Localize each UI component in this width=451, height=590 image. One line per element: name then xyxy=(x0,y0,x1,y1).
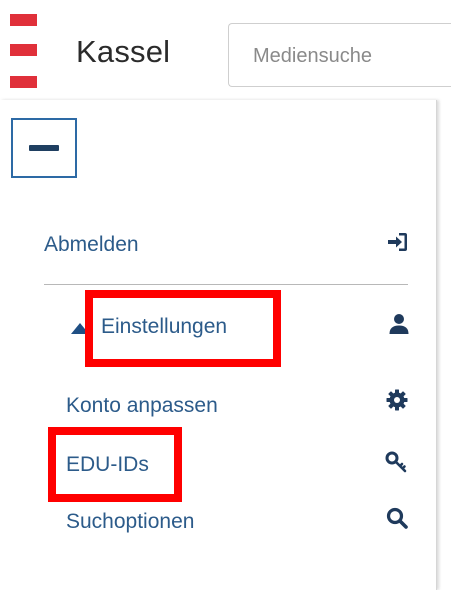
user-icon xyxy=(389,314,409,334)
side-menu: Abmelden Einstellungen Konto anpassen ED… xyxy=(0,100,437,590)
media-search-input[interactable] xyxy=(251,40,451,72)
gear-icon xyxy=(386,389,408,411)
key-icon xyxy=(385,451,407,473)
caret-up-icon[interactable] xyxy=(71,323,89,334)
city-name: Kassel xyxy=(76,34,171,69)
settings-item-account[interactable]: Konto anpassen xyxy=(66,394,218,418)
search-icon xyxy=(386,507,408,529)
logo-bar xyxy=(10,76,37,88)
media-search-box[interactable] xyxy=(228,23,451,87)
logo-bar xyxy=(10,44,37,56)
logout-link[interactable]: Abmelden xyxy=(44,233,139,257)
minus-icon xyxy=(29,145,59,151)
sign-in-icon[interactable] xyxy=(385,230,409,254)
settings-item-search-options[interactable]: Suchoptionen xyxy=(66,510,194,534)
header: Kassel xyxy=(0,0,451,100)
collapse-menu-button[interactable] xyxy=(11,118,77,178)
logo-bar xyxy=(10,14,37,26)
settings-item-edu-ids[interactable]: EDU-IDs xyxy=(66,453,149,477)
menu-divider xyxy=(44,284,408,285)
settings-toggle[interactable]: Einstellungen xyxy=(101,315,227,339)
